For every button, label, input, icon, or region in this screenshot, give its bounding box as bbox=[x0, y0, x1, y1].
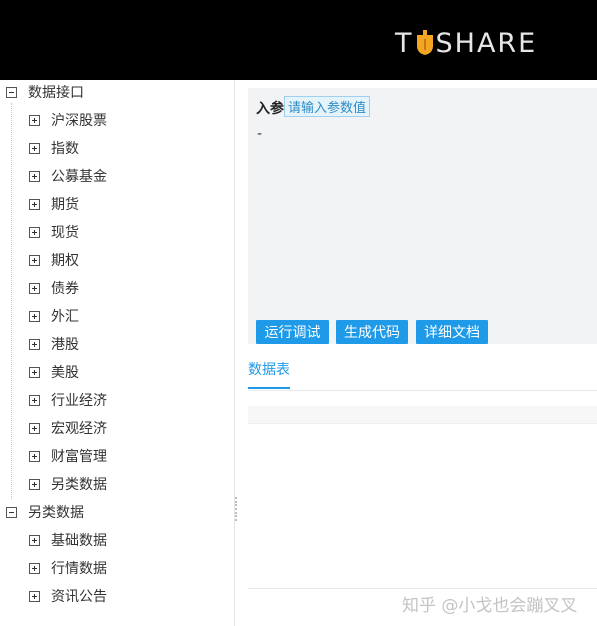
param-input[interactable]: 请输入参数值 bbox=[284, 96, 370, 117]
tree-child-label: 债券 bbox=[51, 281, 79, 297]
tree-child-label: 公募基金 bbox=[51, 169, 107, 185]
tree-child-label: 外汇 bbox=[51, 309, 79, 325]
tree-child-label: 港股 bbox=[51, 337, 79, 353]
tree-child-label: 美股 bbox=[51, 365, 79, 381]
tree-child-node[interactable]: 公募基金 bbox=[29, 164, 107, 188]
tree-child-node[interactable]: 美股 bbox=[29, 360, 79, 384]
tree-child-node[interactable]: 资讯公告 bbox=[29, 584, 107, 608]
expand-icon[interactable] bbox=[29, 142, 40, 154]
tree-child-label: 期货 bbox=[51, 197, 79, 213]
param-value: - bbox=[257, 126, 263, 142]
expand-icon[interactable] bbox=[29, 534, 40, 546]
main-panel: 入参 请输入参数值 - 运行调试 生成代码 详细文档 数据表 bbox=[240, 80, 597, 626]
result-tabs: 数据表 bbox=[248, 344, 597, 391]
expand-icon[interactable] bbox=[29, 338, 40, 350]
tree-child-label: 财富管理 bbox=[51, 449, 107, 465]
expand-icon[interactable] bbox=[29, 366, 40, 378]
expand-icon[interactable] bbox=[29, 114, 40, 126]
expand-icon[interactable] bbox=[29, 282, 40, 294]
expand-icon[interactable] bbox=[29, 226, 40, 238]
run-debug-button[interactable]: 运行调试 bbox=[256, 320, 329, 344]
expand-icon[interactable] bbox=[29, 170, 40, 182]
tree-root-label: 数据接口 bbox=[28, 85, 84, 101]
expand-icon[interactable] bbox=[29, 198, 40, 210]
tree-root-node[interactable]: 另类数据 bbox=[6, 500, 84, 524]
generate-code-button[interactable]: 生成代码 bbox=[336, 320, 408, 344]
tree-child-node[interactable]: 财富管理 bbox=[29, 444, 107, 468]
tree-root-node[interactable]: 数据接口 bbox=[6, 80, 84, 104]
collapse-icon[interactable] bbox=[6, 86, 17, 98]
tree-child-label: 现货 bbox=[51, 225, 79, 241]
tree-child-label: 指数 bbox=[51, 141, 79, 157]
tree-child-label: 期权 bbox=[51, 253, 79, 269]
logo-text-start: T bbox=[395, 27, 414, 59]
tree-child-node[interactable]: 期权 bbox=[29, 248, 79, 272]
tree-child-label: 另类数据 bbox=[51, 477, 107, 493]
data-table-header bbox=[248, 406, 597, 424]
tree-child-node[interactable]: 沪深股票 bbox=[29, 108, 107, 132]
tree-connector-line bbox=[11, 103, 12, 499]
expand-icon[interactable] bbox=[29, 450, 40, 462]
expand-icon[interactable] bbox=[29, 310, 40, 322]
top-header: T SHARE bbox=[0, 0, 597, 80]
tree-child-node[interactable]: 期货 bbox=[29, 192, 79, 216]
tab-data-table[interactable]: 数据表 bbox=[248, 359, 290, 389]
params-panel: 入参 请输入参数值 - 运行调试 生成代码 详细文档 bbox=[248, 88, 597, 344]
tree-child-label: 基础数据 bbox=[51, 533, 107, 549]
tree-child-node[interactable]: 另类数据 bbox=[29, 472, 107, 496]
tushare-logo[interactable]: T SHARE bbox=[395, 26, 537, 60]
expand-icon[interactable] bbox=[29, 394, 40, 406]
expand-icon[interactable] bbox=[29, 590, 40, 602]
param-label: 入参 bbox=[256, 101, 284, 117]
watermark: 知乎 @小戈也会蹦叉叉 bbox=[402, 596, 578, 616]
tree-child-label: 资讯公告 bbox=[51, 589, 107, 605]
panel-resize-handle[interactable] bbox=[234, 497, 237, 521]
tree-child-label: 沪深股票 bbox=[51, 113, 107, 129]
shield-icon bbox=[416, 30, 433, 55]
tree-child-node[interactable]: 现货 bbox=[29, 220, 79, 244]
tree-child-node[interactable]: 外汇 bbox=[29, 304, 79, 328]
expand-icon[interactable] bbox=[29, 478, 40, 490]
detailed-docs-button[interactable]: 详细文档 bbox=[416, 320, 488, 344]
tree-child-label: 行情数据 bbox=[51, 561, 107, 577]
expand-icon[interactable] bbox=[29, 422, 40, 434]
logo-text-end: SHARE bbox=[435, 27, 538, 59]
tree-child-label: 行业经济 bbox=[51, 393, 107, 409]
tree-child-node[interactable]: 基础数据 bbox=[29, 528, 107, 552]
tree-child-node[interactable]: 行业经济 bbox=[29, 388, 107, 412]
tree-child-node[interactable]: 港股 bbox=[29, 332, 79, 356]
tree-child-label: 宏观经济 bbox=[51, 421, 107, 437]
tree-child-node[interactable]: 债券 bbox=[29, 276, 79, 300]
tree-child-node[interactable]: 宏观经济 bbox=[29, 416, 107, 440]
expand-icon[interactable] bbox=[29, 562, 40, 574]
tree-child-node[interactable]: 行情数据 bbox=[29, 556, 107, 580]
tree-child-node[interactable]: 指数 bbox=[29, 136, 79, 160]
expand-icon[interactable] bbox=[29, 254, 40, 266]
api-tree-sidebar: 数据接口沪深股票指数公募基金期货现货期权债券外汇港股美股行业经济宏观经济财富管理… bbox=[0, 80, 235, 626]
data-table-footer bbox=[248, 588, 597, 589]
tree-root-label: 另类数据 bbox=[28, 505, 84, 521]
collapse-icon[interactable] bbox=[6, 506, 17, 518]
